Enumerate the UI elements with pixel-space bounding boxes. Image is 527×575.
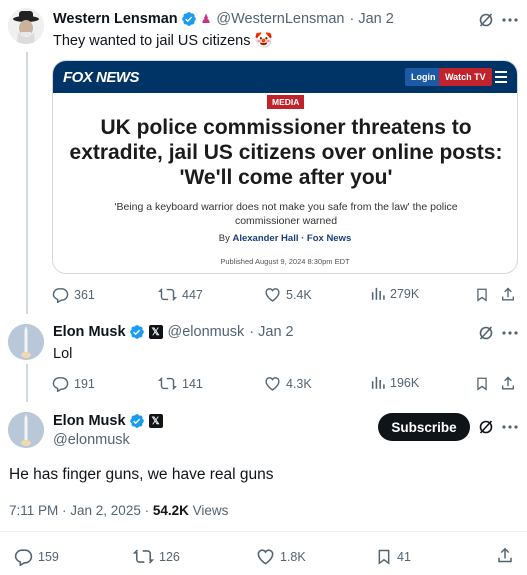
share-icon xyxy=(502,376,514,390)
avatar[interactable] xyxy=(8,412,44,448)
views-button[interactable]: 196K xyxy=(370,375,419,390)
article-subhead: 'Being a keyboard warrior does not make … xyxy=(114,201,458,227)
verified-badge-icon xyxy=(129,325,144,339)
tweet-date[interactable]: · Jan 2 xyxy=(249,324,293,340)
bookmark-icon xyxy=(477,288,487,302)
repost-icon xyxy=(158,377,177,390)
heart-icon xyxy=(265,288,280,302)
hamburger-menu-icon xyxy=(495,71,507,86)
tweet2-header: Elon Musk 𝕏 @elonmusk · Jan 2 xyxy=(53,324,294,340)
fox-news-logo: FOX NEWS xyxy=(63,69,140,86)
author-handle[interactable]: @WesternLensman xyxy=(216,11,344,27)
reply-button[interactable]: 191 xyxy=(52,375,95,392)
byline-author: Alexander Hall xyxy=(232,233,299,244)
views-icon xyxy=(371,287,385,300)
reply-icon xyxy=(52,288,69,303)
bookmark-button[interactable] xyxy=(475,286,494,303)
avatar[interactable] xyxy=(8,8,44,44)
affiliate-icon: ♟ xyxy=(200,12,212,26)
share-icon xyxy=(498,547,512,563)
tweet-meta: 7:11 PM · Jan 2, 2025 · 54.2K Views xyxy=(9,503,228,518)
share-icon xyxy=(502,287,514,301)
reply-button[interactable]: 159 xyxy=(14,547,59,566)
views-icon xyxy=(371,376,385,389)
like-button[interactable]: 4.3K xyxy=(264,375,312,392)
byline-prefix: By xyxy=(218,233,230,244)
tweet1-header: Western Lensman ♟ @WesternLensman · Jan … xyxy=(53,11,394,27)
more-options-icon[interactable] xyxy=(500,323,520,343)
thread-line xyxy=(26,364,28,402)
heart-icon xyxy=(257,549,274,565)
more-options-icon[interactable] xyxy=(500,10,520,30)
like-button[interactable]: 1.8K xyxy=(256,547,306,566)
tweet3-header: Elon Musk 𝕏 xyxy=(53,413,163,429)
views-count: 54.2K xyxy=(152,503,189,518)
published-date: Published August 9, 2024 8:30pm EDT xyxy=(220,257,350,266)
share-button[interactable] xyxy=(500,375,521,392)
bookmark-button[interactable]: 41 xyxy=(376,547,411,566)
share-button[interactable] xyxy=(500,286,521,303)
fox-header: FOX NEWS Login Watch TV xyxy=(53,61,517,93)
bookmark-button[interactable] xyxy=(475,375,494,392)
login-button: Login xyxy=(405,68,442,86)
repost-button[interactable]: 141 xyxy=(158,375,203,392)
grok-icon[interactable] xyxy=(476,323,496,343)
x-affiliation-icon: 𝕏 xyxy=(148,325,163,339)
reply-button[interactable]: 361 xyxy=(52,286,95,303)
heart-icon xyxy=(265,377,280,391)
share-button[interactable] xyxy=(496,546,519,565)
repost-button[interactable]: 447 xyxy=(158,286,203,303)
tweet-text: They wanted to jail US citizens 🤡 xyxy=(53,33,273,49)
reply-icon xyxy=(14,549,33,566)
article-headline: UK police commissioner threatens to extr… xyxy=(69,116,503,189)
author-name[interactable]: Elon Musk xyxy=(53,324,126,340)
bookmark-icon xyxy=(477,377,487,391)
tweet-date[interactable]: · Jan 2 xyxy=(350,11,394,27)
byline-outlet: · Fox News xyxy=(301,233,352,244)
reply-icon xyxy=(52,377,69,392)
views-label: Views xyxy=(192,503,229,518)
x-affiliation-icon: 𝕏 xyxy=(148,414,163,428)
avatar[interactable] xyxy=(8,324,44,360)
repost-icon xyxy=(158,288,177,301)
divider xyxy=(0,531,527,532)
link-card[interactable]: FOX NEWS Login Watch TV MEDIA UK police … xyxy=(52,60,518,274)
thread-line xyxy=(26,52,28,314)
bookmark-icon xyxy=(378,549,390,565)
author-handle[interactable]: @elonmusk xyxy=(53,432,130,448)
grok-icon[interactable] xyxy=(476,417,496,437)
views-button[interactable]: 279K xyxy=(370,286,419,301)
subscribe-button[interactable]: Subscribe xyxy=(378,413,470,441)
author-name[interactable]: Western Lensman xyxy=(53,11,178,27)
author-name[interactable]: Elon Musk xyxy=(53,413,126,429)
verified-badge-icon xyxy=(129,414,144,428)
more-options-icon[interactable] xyxy=(500,417,520,437)
grok-icon[interactable] xyxy=(476,10,496,30)
author-handle[interactable]: @elonmusk xyxy=(168,324,245,340)
repost-button[interactable]: 126 xyxy=(133,547,180,566)
tweet-text: He has finger guns, we have real guns xyxy=(9,466,274,483)
verified-badge-icon xyxy=(181,12,196,26)
tweet-timestamp[interactable]: 7:11 PM · Jan 2, 2025 · xyxy=(9,503,149,518)
tweet-text: Lol xyxy=(53,346,73,362)
like-button[interactable]: 5.4K xyxy=(264,286,312,303)
watch-tv-button: Watch TV xyxy=(439,68,492,86)
article-byline: By Alexander Hall · Fox News xyxy=(53,233,517,244)
category-tag: MEDIA xyxy=(267,95,305,109)
repost-icon xyxy=(133,549,154,564)
